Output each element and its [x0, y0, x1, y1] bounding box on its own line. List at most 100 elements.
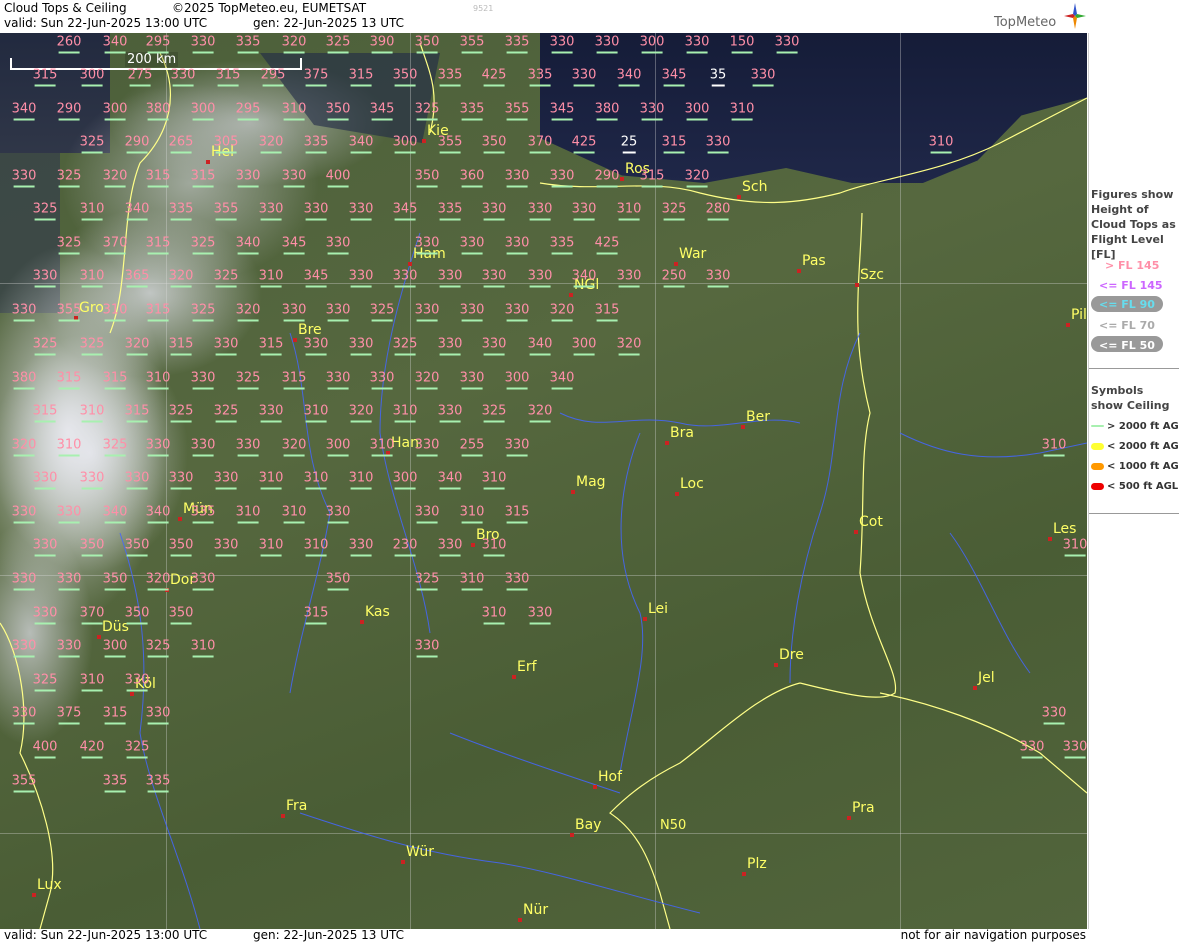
cloud-top-value: 330 [481, 268, 507, 288]
cloud-top-value: 335 [459, 101, 485, 121]
city-marker [422, 139, 426, 143]
city-marker [742, 872, 746, 876]
ceiling-label-lt2000: < 2000 ft AGL [1107, 441, 1179, 452]
cloud-top-value: 330 [303, 201, 329, 221]
cloud-top-value: 330 [190, 370, 216, 390]
cloud-top-value: 340 [102, 34, 128, 54]
cloud-top-value: 25 [620, 134, 638, 154]
cloud-top-value: 310 [303, 403, 329, 423]
cloud-top-value: 330 [639, 101, 665, 121]
city-marker [737, 195, 741, 199]
cloud-top-value: 310 [79, 201, 105, 221]
cloud-top-value: 375 [56, 705, 82, 725]
borders-rivers-overlay [0, 42, 1087, 929]
cloud-top-value: 370 [102, 235, 128, 255]
ceiling-symbol-lt1000 [1091, 463, 1104, 470]
cloud-top-value: 325 [32, 336, 58, 356]
cloud-top-value: 310 [79, 672, 105, 692]
city-label-mag: Mag [576, 474, 606, 490]
cloud-top-value: 310 [79, 403, 105, 423]
cloud-top-value: 330 [527, 268, 553, 288]
city-label-erf: Erf [517, 659, 537, 675]
cloud-top-value: 310 [1062, 537, 1087, 557]
cloud-top-value: 375 [303, 67, 329, 87]
cloud-top-value: 310 [459, 504, 485, 524]
cloud-top-value: 330 [145, 437, 171, 457]
cloud-top-value: 335 [235, 34, 261, 54]
city-label-lei: Lei [648, 601, 669, 617]
ceiling-title: Symbols show Ceiling [1091, 384, 1170, 412]
cloud-top-value: 340 [102, 504, 128, 524]
ceiling-symbol-gt2000 [1091, 425, 1104, 427]
cloud-top-value: 320 [145, 571, 171, 591]
cloud-top-value: 315 [102, 705, 128, 725]
cloud-top-value: 310 [348, 470, 374, 490]
cloud-top-value: 330 [504, 571, 530, 591]
city-label-szc: Szc [860, 267, 884, 283]
header-bar: Cloud Tops & Ceiling ©2025 TopMeteo.eu, … [0, 0, 1179, 32]
cloud-top-value: 330 [504, 437, 530, 457]
cloud-top-value: 310 [303, 537, 329, 557]
cloud-top-value: 310 [281, 101, 307, 121]
cloud-top-value: 315 [504, 504, 530, 524]
cloud-top-value: 330 [437, 336, 463, 356]
cloud-top-value: 320 [11, 437, 37, 457]
cloud-top-value: 335 [168, 201, 194, 221]
cloud-top-value: 330 [571, 201, 597, 221]
cloud-top-value: 150 [729, 34, 755, 54]
city-label-war: War [679, 246, 707, 262]
city-label-fra: Fra [286, 798, 308, 814]
cloud-top-value: 330 [705, 268, 731, 288]
footer-valid-time: valid: Sun 22-Jun-2025 13:00 UTC [4, 928, 208, 942]
cloud-top-value: 350 [325, 101, 351, 121]
city-label-plz: Plz [747, 856, 767, 872]
city-marker [674, 262, 678, 266]
cloud-top-value: 330 [414, 235, 440, 255]
cloud-top-value: 330 [549, 34, 575, 54]
cloud-top-value: 330 [616, 268, 642, 288]
cloud-top-value: 320 [281, 34, 307, 54]
cloud-top-value: 330 [32, 268, 58, 288]
cloud-top-value: 310 [459, 571, 485, 591]
cloud-top-value: 330 [235, 168, 261, 188]
cloud-top-value: 330 [414, 302, 440, 322]
cloud-top-value: 300 [102, 101, 128, 121]
cloud-top-value: 310 [258, 268, 284, 288]
legend-panel: Figures show Height of Cloud Tops as Fli… [1088, 33, 1179, 929]
satellite-map[interactable]: 200 km N50 Kie Hel Ros Sch War Pas Szc Ham NGl Gr… [0, 33, 1087, 929]
city-marker [675, 492, 679, 496]
cloud-top-value: 340 [124, 201, 150, 221]
cloud-top-value: 355 [56, 302, 82, 322]
cloud-top-value: 330 [235, 437, 261, 457]
cloud-top-value: 330 [504, 302, 530, 322]
cloud-top-value: 325 [190, 235, 216, 255]
cloud-top-value: 310 [258, 470, 284, 490]
cloud-top-value: 330 [190, 571, 216, 591]
cloud-top-value: 320 [281, 437, 307, 457]
cloud-top-value: 340 [527, 336, 553, 356]
cloud-top-value: 345 [281, 235, 307, 255]
cloud-top-value: 330 [348, 336, 374, 356]
cloud-top-value: 310 [928, 134, 954, 154]
city-marker [360, 620, 364, 624]
cloud-top-value: 330 [145, 705, 171, 725]
cloud-top-value: 340 [571, 268, 597, 288]
cloud-top-value: 315 [124, 403, 150, 423]
cloud-top-value: 320 [235, 302, 261, 322]
cloud-top-value: 330 [11, 504, 37, 524]
cloud-top-value: 325 [32, 672, 58, 692]
cloud-top-value: 330 [56, 638, 82, 658]
cloud-top-value: 330 [750, 67, 776, 87]
city-label-loc: Loc [680, 476, 704, 492]
copyright-text: ©2025 TopMeteo.eu, EUMETSAT [172, 1, 367, 15]
city-marker [741, 425, 745, 429]
cloud-top-value: 330 [1019, 739, 1045, 759]
city-label-wur: Wür [406, 844, 434, 860]
cloud-top-value: 330 [705, 134, 731, 154]
city-marker [401, 860, 405, 864]
cloud-top-value: 290 [594, 168, 620, 188]
cloud-top-value: 325 [56, 235, 82, 255]
city-marker [471, 543, 475, 547]
cloud-top-value: 330 [348, 268, 374, 288]
city-label-bay: Bay [575, 817, 602, 833]
